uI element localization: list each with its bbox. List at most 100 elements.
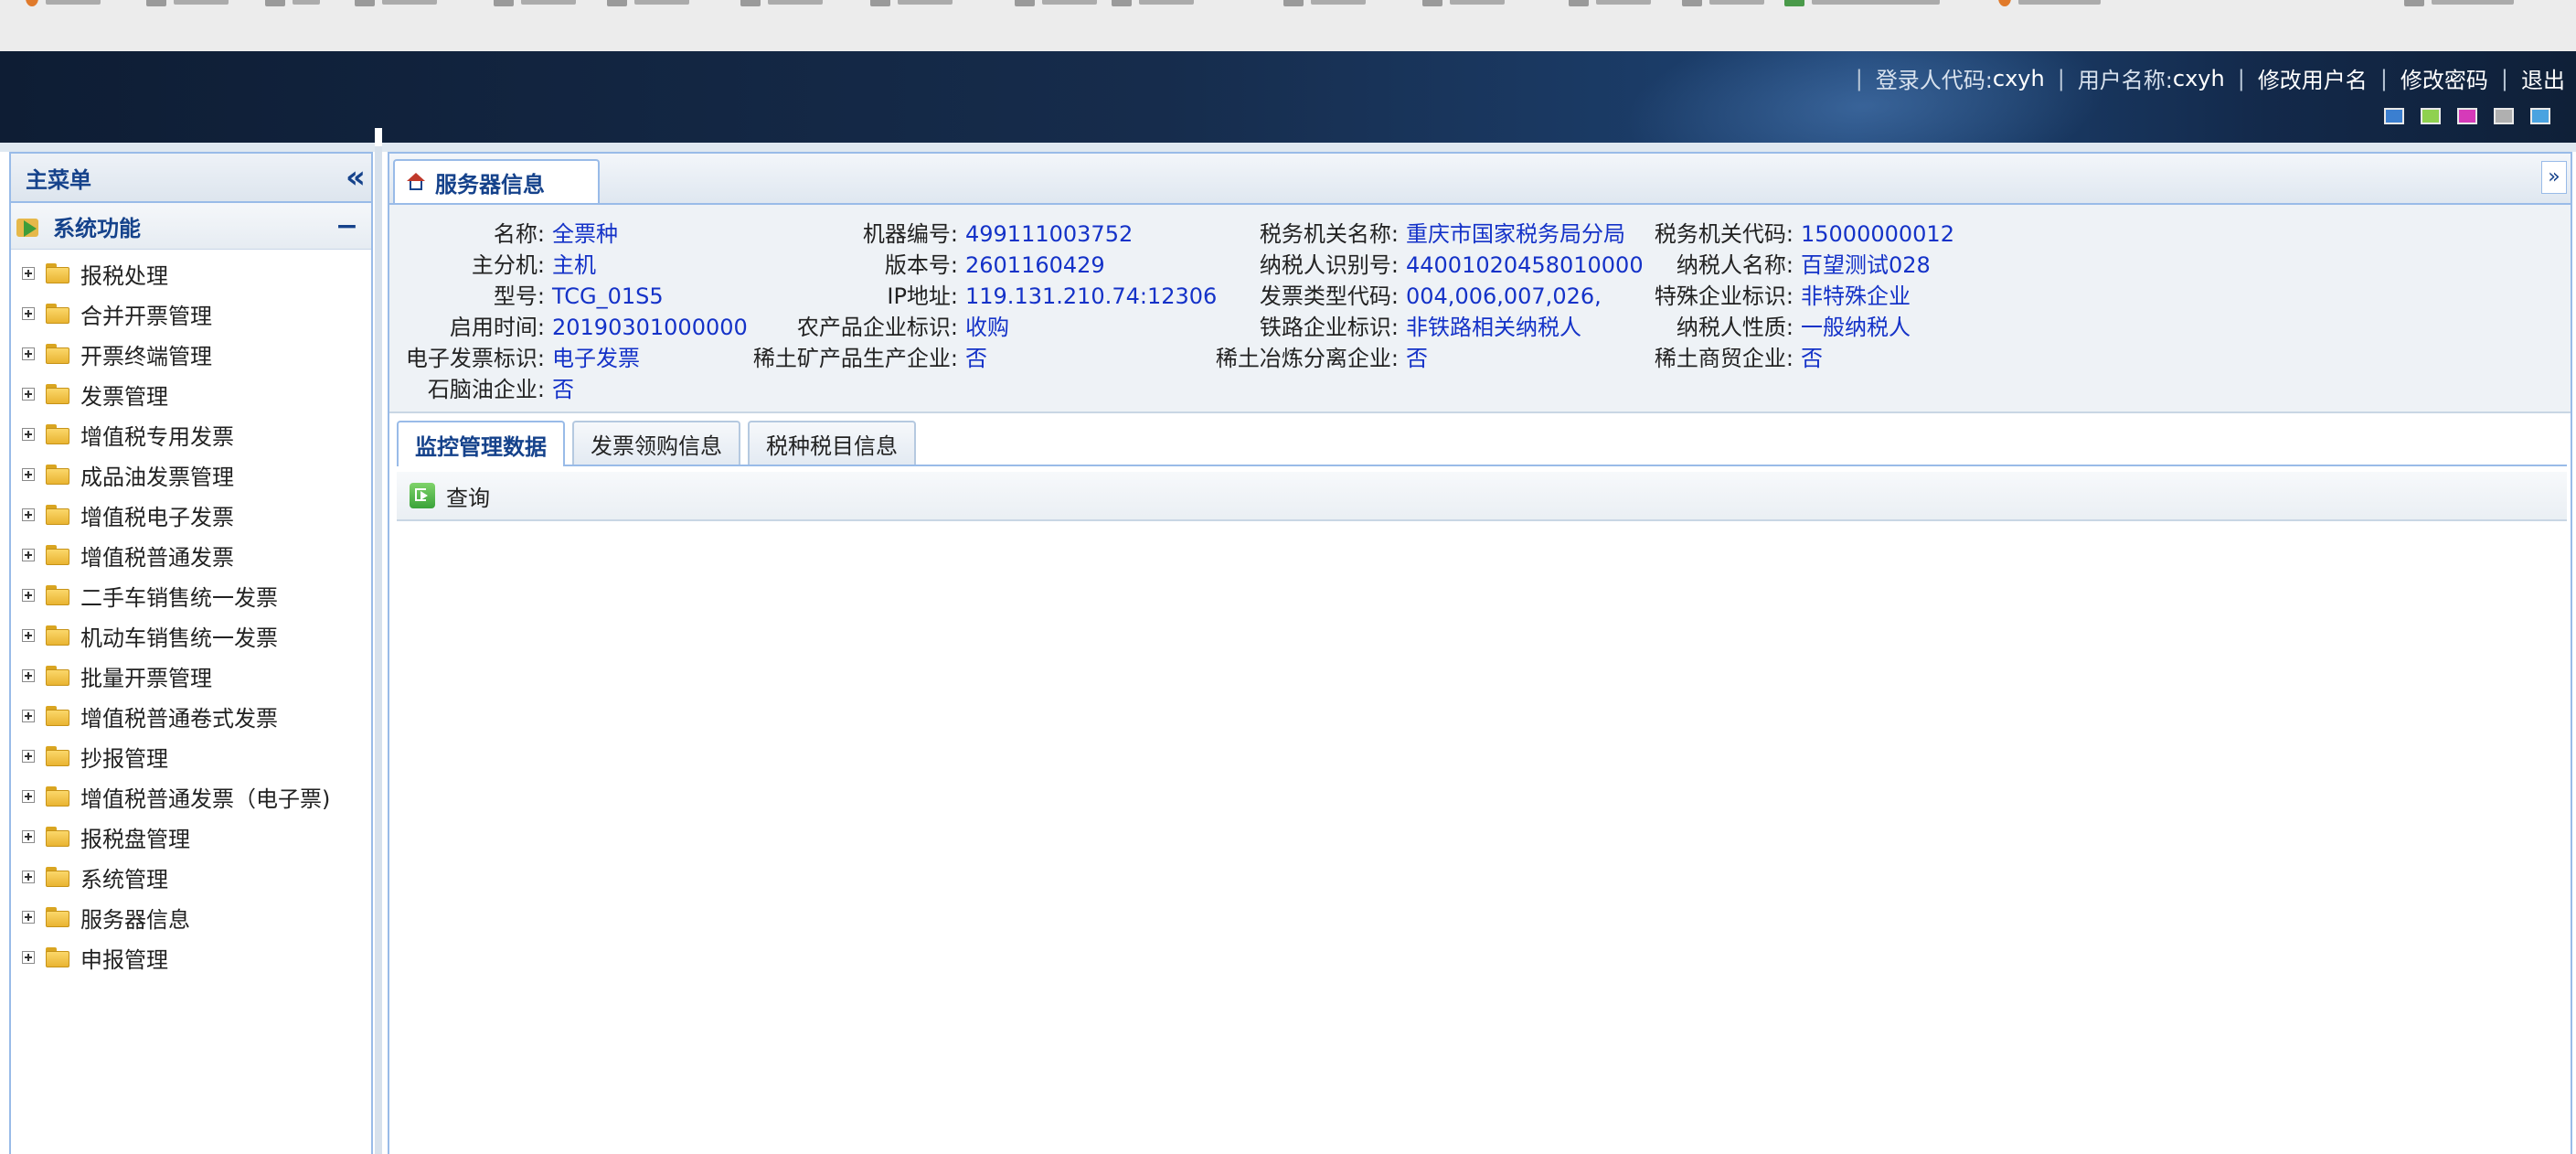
- bookmark-item[interactable]: [607, 0, 689, 9]
- sidebar: 主菜单 « 系统功能 − 报税处理 合并开票管理 开票终端管理 发票管理 增值税…: [9, 152, 373, 1154]
- menu-item[interactable]: 申报管理: [11, 937, 371, 978]
- menu-item[interactable]: 二手车销售统一发票: [11, 575, 371, 615]
- bookmark-item[interactable]: [26, 0, 101, 9]
- expand-down-icon[interactable]: »: [2541, 161, 2567, 194]
- info-value: 否: [552, 377, 574, 402]
- expand-icon[interactable]: [22, 911, 35, 924]
- folder-icon: [46, 746, 69, 766]
- skin-gray-icon[interactable]: [2494, 108, 2514, 124]
- bookmark-item[interactable]: [355, 0, 437, 9]
- info-value: 否: [1406, 346, 1428, 371]
- menu-item[interactable]: 批量开票管理: [11, 656, 371, 696]
- folder-icon: [46, 384, 69, 404]
- expand-icon[interactable]: [22, 428, 35, 441]
- change-username-link[interactable]: 修改用户名: [2258, 62, 2368, 94]
- bookmark-item[interactable]: [2404, 0, 2514, 9]
- menu-item-label: 二手车销售统一发票: [80, 584, 278, 611]
- menu-item[interactable]: 增值税普通卷式发票: [11, 696, 371, 736]
- info-label: 税务机关代码:: [1654, 221, 1794, 247]
- skin-pink-icon[interactable]: [2457, 108, 2477, 124]
- expand-icon[interactable]: [22, 871, 35, 883]
- info-label: 名称:: [493, 221, 545, 247]
- logout-link[interactable]: 退出: [2521, 62, 2565, 94]
- expand-icon[interactable]: [22, 388, 35, 401]
- toolbar: 查询: [397, 472, 2567, 521]
- bookmark-item[interactable]: [1015, 0, 1097, 9]
- menu-item[interactable]: 增值税电子发票: [11, 495, 371, 535]
- bookmark-item[interactable]: [1569, 0, 1651, 9]
- menu-item[interactable]: 发票管理: [11, 374, 371, 414]
- expand-icon[interactable]: [22, 629, 35, 642]
- expand-icon[interactable]: [22, 468, 35, 481]
- menu-item-label: 抄报管理: [80, 745, 168, 772]
- panel-splitter[interactable]: [375, 128, 382, 1154]
- info-field: 纳税人识别号: 44001020458010000: [1166, 247, 1644, 279]
- sidebar-title: 主菜单: [26, 166, 91, 193]
- menu-item[interactable]: 报税盘管理: [11, 817, 371, 857]
- bookmark-item[interactable]: [1784, 0, 1940, 9]
- bookmark-item[interactable]: [1112, 0, 1194, 9]
- bookmark-item[interactable]: [265, 0, 320, 9]
- menu-item[interactable]: 报税处理: [11, 253, 371, 294]
- expand-icon[interactable]: [22, 549, 35, 561]
- info-value: 电子发票: [552, 346, 640, 371]
- info-label: 启用时间:: [449, 315, 545, 340]
- menu-item[interactable]: 服务器信息: [11, 897, 371, 937]
- expand-icon[interactable]: [22, 951, 35, 964]
- menu-item[interactable]: 合并开票管理: [11, 294, 371, 334]
- change-password-link[interactable]: 修改密码: [2400, 62, 2488, 94]
- sidebar-section-header[interactable]: 系统功能 −: [11, 203, 371, 250]
- menu-item[interactable]: 开票终端管理: [11, 334, 371, 374]
- query-button[interactable]: 查询: [397, 480, 490, 512]
- bookmark-item[interactable]: [1422, 0, 1505, 9]
- bookmark-item[interactable]: [146, 0, 229, 9]
- expand-icon[interactable]: [22, 669, 35, 682]
- menu-item-label: 增值税专用发票: [80, 423, 234, 450]
- menu-item[interactable]: 机动车销售统一发票: [11, 615, 371, 656]
- menu-item-label: 服务器信息: [80, 906, 190, 933]
- expand-icon[interactable]: [22, 307, 35, 320]
- info-label: 特殊企业标识:: [1654, 283, 1794, 309]
- folder-icon: [46, 263, 69, 283]
- menu-item[interactable]: 成品油发票管理: [11, 454, 371, 495]
- expand-icon[interactable]: [22, 750, 35, 763]
- collapse-section-icon[interactable]: −: [335, 210, 358, 242]
- skin-green-icon[interactable]: [2421, 108, 2441, 124]
- expand-icon[interactable]: [22, 347, 35, 360]
- bookmark-item[interactable]: [1283, 0, 1366, 9]
- info-label: 稀土矿产品生产企业:: [752, 346, 958, 371]
- bookmark-item[interactable]: [1682, 0, 1764, 9]
- info-field: 版本号: 2601160429: [728, 247, 1105, 279]
- menu-item-label: 增值税普通发票（电子票): [80, 785, 331, 812]
- menu-item[interactable]: 系统管理: [11, 857, 371, 897]
- collapse-left-icon[interactable]: «: [346, 162, 366, 193]
- info-value: 499111003752: [965, 221, 1134, 247]
- expand-icon[interactable]: [22, 589, 35, 602]
- bookmark-item[interactable]: [740, 0, 823, 9]
- bookmark-item[interactable]: [1998, 0, 2101, 9]
- info-value: 一般纳税人: [1801, 315, 1911, 340]
- tab-invoice-purchase[interactable]: 发票领购信息: [572, 421, 740, 465]
- bookmark-item[interactable]: [494, 0, 576, 9]
- main-tabstrip: 服务器信息 »: [389, 154, 2571, 205]
- menu-item[interactable]: 增值税普通发票（电子票): [11, 776, 371, 817]
- bookmark-item[interactable]: [870, 0, 953, 9]
- tab-server-info[interactable]: 服务器信息: [393, 159, 600, 203]
- info-value: 20190301000000: [552, 315, 748, 340]
- menu-item[interactable]: 增值税普通发票: [11, 535, 371, 575]
- menu-item[interactable]: 抄报管理: [11, 736, 371, 776]
- skin-lightblue-icon[interactable]: [2530, 108, 2550, 124]
- expand-icon[interactable]: [22, 830, 35, 843]
- info-label: 纳税人识别号:: [1259, 252, 1399, 278]
- expand-icon[interactable]: [22, 710, 35, 722]
- expand-icon[interactable]: [22, 508, 35, 521]
- skin-blue-icon[interactable]: [2384, 108, 2404, 124]
- menu-item-label: 系统管理: [80, 866, 168, 892]
- info-field: 启用时间: 20190301000000: [389, 309, 748, 341]
- expand-icon[interactable]: [22, 790, 35, 803]
- expand-icon[interactable]: [22, 267, 35, 280]
- tab-monitor-data[interactable]: 监控管理数据: [397, 421, 565, 466]
- folder-icon: [46, 867, 69, 887]
- tab-tax-items[interactable]: 税种税目信息: [748, 421, 916, 465]
- menu-item[interactable]: 增值税专用发票: [11, 414, 371, 454]
